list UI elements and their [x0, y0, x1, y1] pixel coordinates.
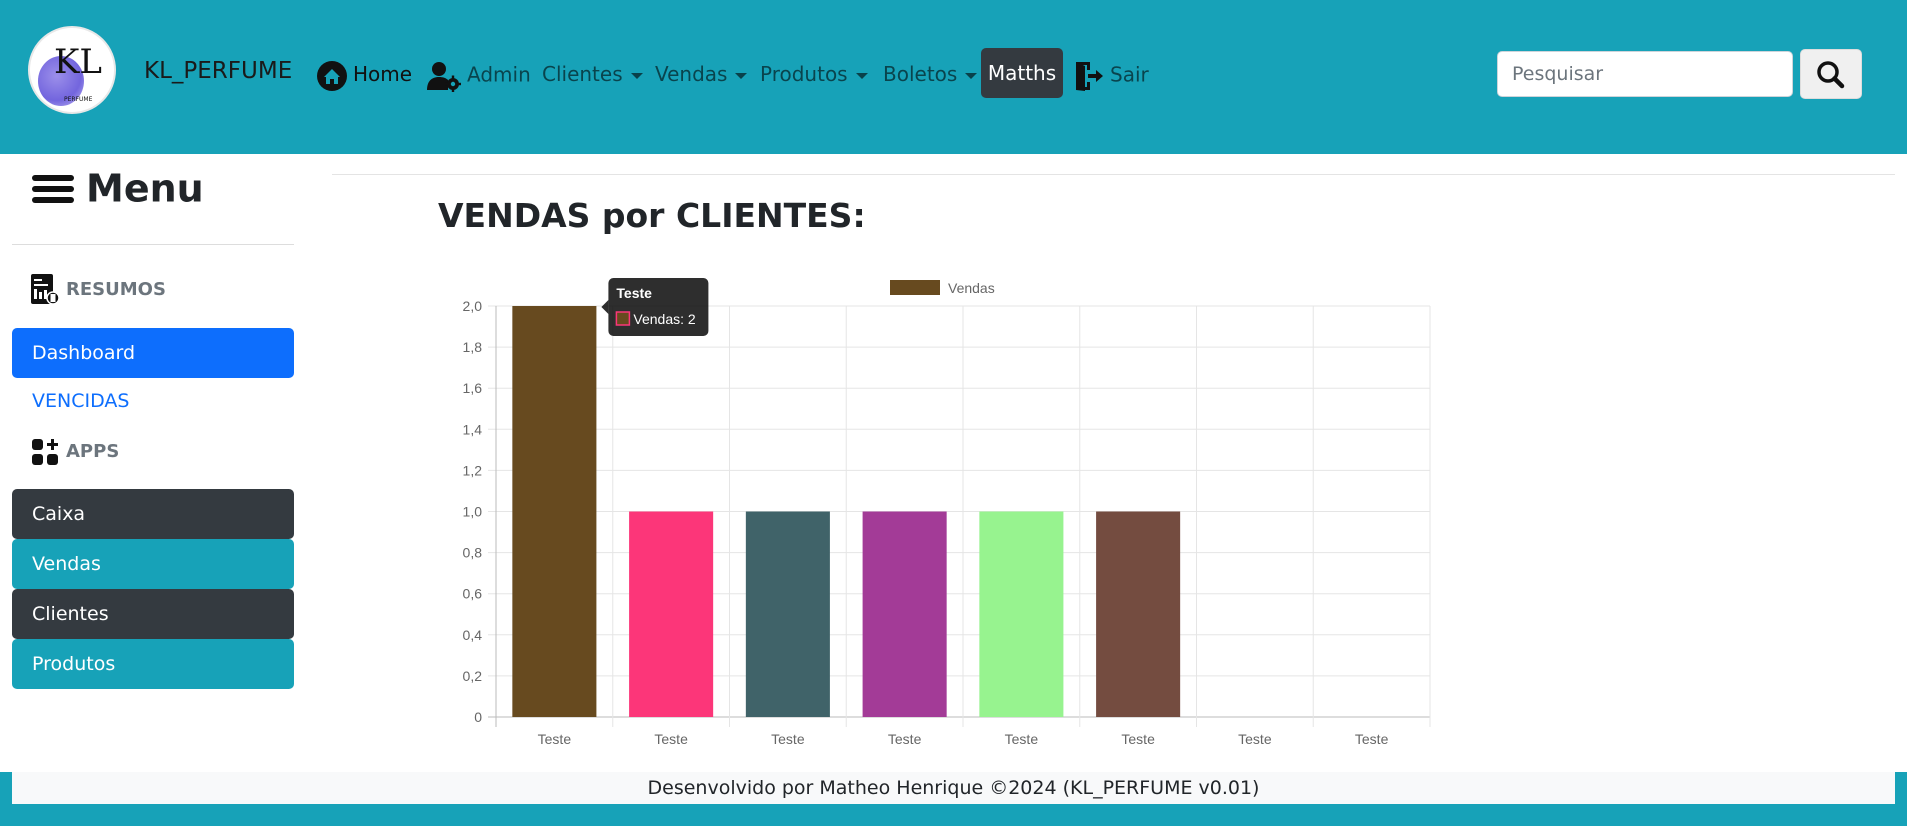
- footer-text: Desenvolvido por Matheo Henrique ©2024 (…: [12, 772, 1895, 804]
- sidebar-heading-resumos: RESUMOS: [30, 272, 166, 308]
- chart-bar[interactable]: [512, 306, 597, 717]
- caret-down-icon: [735, 72, 748, 79]
- x-tick-label: Teste: [888, 731, 922, 747]
- search-icon: [1817, 61, 1845, 89]
- sales-by-client-chart[interactable]: 0 0,2 0,4 0,6 0,8 1,0 1,2 1,4 1,6 1,8 2,0 Teste Test…: [432, 266, 1448, 762]
- chart-bar[interactable]: [629, 511, 714, 718]
- y-tick-label: 1,4: [463, 421, 483, 437]
- tooltip-swatch: [615, 311, 631, 326]
- y-tick-label: 0,2: [463, 668, 483, 684]
- x-tick-label: Teste: [538, 731, 572, 747]
- nav-clientes-dropdown[interactable]: Clientes: [542, 60, 643, 88]
- sidebar-item-clientes[interactable]: Clientes: [12, 589, 294, 639]
- logo-subtext: PERFUME: [64, 96, 93, 103]
- nav-vendas-dropdown[interactable]: Vendas: [655, 60, 748, 88]
- nav-produtos-label: Produtos: [760, 62, 848, 86]
- nav-admin[interactable]: Admin: [427, 60, 531, 92]
- sidebar-item-produtos[interactable]: Produtos: [12, 639, 294, 689]
- sidebar-item-vendas[interactable]: Vendas: [12, 539, 294, 589]
- apps-grid-icon: [32, 439, 58, 465]
- tooltip-title: Teste: [616, 285, 652, 301]
- sidebar-title-label: Menu: [86, 166, 204, 211]
- chart-bar[interactable]: [862, 511, 947, 718]
- caret-down-icon: [965, 72, 978, 79]
- page-title: VENDAS por CLIENTES:: [438, 196, 866, 235]
- sidebar-heading-apps: APPS: [30, 434, 119, 470]
- nav-boletos-label: Boletos: [883, 62, 958, 86]
- hamburger-icon: [32, 174, 74, 203]
- nav-sair[interactable]: Sair: [1074, 60, 1149, 91]
- chart-bar[interactable]: [979, 511, 1064, 718]
- sidebar-item-caixa[interactable]: Caixa: [12, 489, 294, 539]
- legend-swatch[interactable]: [890, 280, 940, 295]
- nav-sair-label: Sair: [1110, 62, 1149, 87]
- search-button[interactable]: [1800, 49, 1862, 99]
- tooltip-label: Vendas: 2: [633, 311, 695, 327]
- y-tick-label: 0: [474, 709, 482, 725]
- y-tick-label: 1,2: [463, 462, 483, 478]
- caret-down-icon: [630, 72, 643, 79]
- nav-admin-label: Admin: [467, 62, 531, 87]
- x-tick-label: Teste: [771, 731, 805, 747]
- home-icon: [317, 60, 347, 91]
- nav-boletos-dropdown[interactable]: Boletos: [883, 60, 978, 88]
- brand-name[interactable]: KL_PERFUME: [144, 58, 292, 84]
- sidebar-heading-apps-label: APPS: [66, 441, 120, 462]
- y-tick-label: 1,6: [463, 380, 483, 396]
- nav-home[interactable]: Home: [317, 60, 413, 91]
- sidebar-item-vencidas[interactable]: VENCIDAS: [32, 390, 129, 412]
- chart-bar[interactable]: [1096, 511, 1181, 718]
- brand-logo[interactable]: KL PERFUME: [28, 26, 116, 114]
- matths-button[interactable]: Matths: [981, 48, 1063, 98]
- sidebar-title: Menu: [32, 164, 204, 211]
- y-tick-label: 2,0: [463, 298, 483, 314]
- chart-bar[interactable]: [745, 511, 830, 718]
- x-tick-label: Teste: [654, 731, 688, 747]
- x-tick-label: Teste: [1355, 731, 1389, 747]
- main-divider: [332, 174, 1895, 175]
- caret-down-icon: [855, 72, 868, 79]
- nav-clientes-label: Clientes: [542, 62, 623, 86]
- logo-text: KL: [54, 42, 102, 82]
- user-gear-icon: [427, 62, 461, 92]
- x-tick-label: Teste: [1005, 731, 1039, 747]
- sidebar-heading-resumos-label: RESUMOS: [66, 279, 166, 300]
- search-input[interactable]: [1497, 51, 1793, 97]
- legend-label: Vendas: [948, 280, 995, 296]
- x-tick-label: Teste: [1121, 731, 1155, 747]
- y-tick-label: 1,8: [463, 339, 483, 355]
- y-tick-label: 1,0: [463, 504, 483, 520]
- y-tick-label: 0,4: [463, 627, 483, 643]
- y-tick-label: 0,8: [463, 545, 483, 561]
- report-chart-icon: [31, 274, 60, 305]
- sidebar-item-dashboard[interactable]: Dashboard: [12, 328, 294, 378]
- y-tick-label: 0,6: [463, 586, 483, 602]
- tooltip-arrow: [601, 300, 609, 314]
- nav-produtos-dropdown[interactable]: Produtos: [760, 60, 868, 88]
- sidebar-divider: [12, 244, 294, 245]
- x-tick-label: Teste: [1238, 731, 1272, 747]
- door-exit-icon: [1076, 62, 1103, 91]
- nav-vendas-label: Vendas: [655, 62, 728, 86]
- nav-home-label: Home: [353, 62, 413, 86]
